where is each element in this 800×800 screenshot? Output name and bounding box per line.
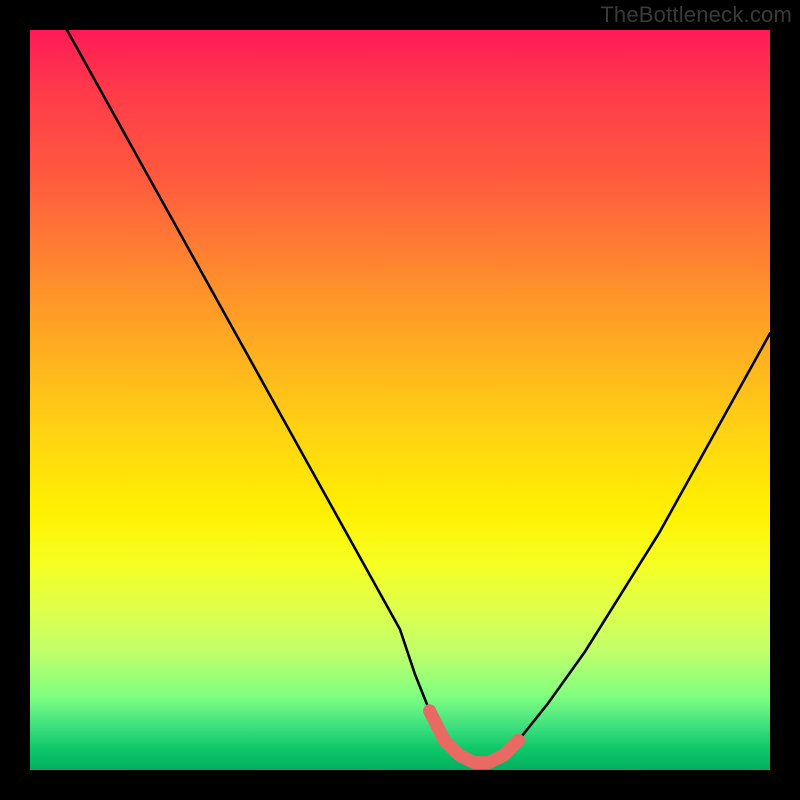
trough-highlight (430, 711, 519, 763)
curve-svg (30, 30, 770, 770)
chart-frame: TheBottleneck.com (0, 0, 800, 800)
watermark-text: TheBottleneck.com (600, 2, 792, 28)
plot-area (30, 30, 770, 770)
bottleneck-curve (67, 30, 770, 763)
